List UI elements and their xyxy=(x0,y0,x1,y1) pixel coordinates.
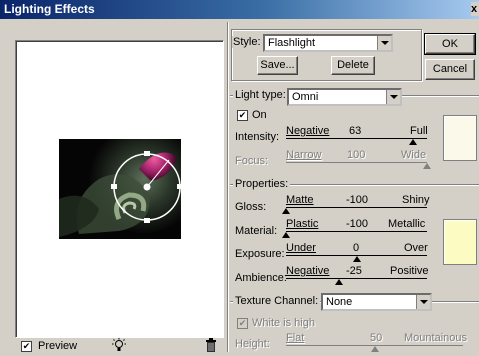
exposure-value: 0 xyxy=(353,242,360,254)
intensity-value: 63 xyxy=(349,125,362,137)
material-max-label: Metallic xyxy=(388,218,426,230)
gloss-track xyxy=(286,207,427,208)
gloss-value: -100 xyxy=(346,194,369,206)
focus-value: 100 xyxy=(347,149,366,161)
preview-checkbox[interactable]: ✔ xyxy=(21,341,32,352)
focus-max-label: Wide xyxy=(401,149,427,161)
exposure-slider-thumb[interactable] xyxy=(352,256,361,262)
properties-label: Properties: xyxy=(233,178,291,190)
material-value: -100 xyxy=(346,218,369,230)
exposure-max-label: Over xyxy=(404,242,428,254)
light-on-label: On xyxy=(252,109,267,121)
material-track xyxy=(286,231,427,232)
white-is-high-label: White is high xyxy=(252,317,315,329)
ambience-value: -25 xyxy=(346,265,362,277)
ambience-min-label: Negative xyxy=(286,265,330,277)
style-label: Style: xyxy=(232,36,262,48)
material-min-label: Plastic xyxy=(286,218,319,230)
dropdown-arrow-icon xyxy=(386,90,400,104)
ambience-label: Ambience: xyxy=(235,272,287,284)
ambience-max-label: Positive xyxy=(390,265,429,277)
delete-button[interactable]: Delete xyxy=(331,56,375,75)
light-on-checkbox[interactable]: ✔ xyxy=(237,110,248,121)
window-title: Lighting Effects xyxy=(4,2,95,16)
texture-channel-dropdown[interactable]: None xyxy=(321,293,432,311)
height-label: Height: xyxy=(235,338,270,350)
height-min-label: Flat xyxy=(286,332,305,344)
gloss-max-label: Shiny xyxy=(402,194,430,206)
light-type-label: Light type: xyxy=(233,89,288,101)
style-value: Flashlight xyxy=(268,37,316,49)
texture-channel-label: Texture Channel: xyxy=(233,295,321,307)
intensity-min-label: Negative xyxy=(286,125,330,137)
ambient-color-swatch[interactable] xyxy=(443,219,477,265)
height-slider-thumb[interactable] xyxy=(370,346,379,352)
gloss-label: Gloss: xyxy=(235,201,267,213)
focus-label: Focus: xyxy=(235,155,269,167)
intensity-track xyxy=(286,138,427,139)
cancel-button[interactable]: Cancel xyxy=(425,59,475,80)
ambience-slider-thumb[interactable] xyxy=(334,279,343,285)
intensity-slider-thumb[interactable] xyxy=(408,139,417,145)
dropdown-arrow-icon xyxy=(377,36,391,50)
ambience-track xyxy=(286,278,427,279)
ok-button[interactable]: OK xyxy=(424,33,476,55)
texture-channel-value: None xyxy=(326,296,353,308)
light-ellipse[interactable] xyxy=(107,150,187,226)
focus-slider-thumb[interactable] xyxy=(423,163,431,169)
light-color-swatch[interactable] xyxy=(443,115,477,161)
material-label: Material: xyxy=(235,225,278,237)
panel-separator xyxy=(227,22,228,352)
close-button[interactable]: x xyxy=(471,2,479,16)
exposure-label: Exposure: xyxy=(235,248,285,260)
height-value: 50 xyxy=(370,332,383,344)
save-button[interactable]: Save... xyxy=(257,56,298,75)
trash-icon[interactable] xyxy=(205,338,217,353)
light-type-value: Omni xyxy=(292,91,319,103)
material-slider-thumb[interactable] xyxy=(282,232,290,238)
lightbulb-icon[interactable] xyxy=(110,338,128,354)
white-is-high-checkbox[interactable]: ✔ xyxy=(237,318,248,329)
focus-min-label: Narrow xyxy=(286,149,322,161)
light-type-dropdown[interactable]: Omni xyxy=(287,88,402,106)
height-max-label: Mountainous xyxy=(404,332,467,344)
intensity-label: Intensity: xyxy=(235,131,280,143)
focus-track xyxy=(286,162,427,163)
dropdown-arrow-icon xyxy=(416,295,430,309)
exposure-min-label: Under xyxy=(286,242,316,254)
style-dropdown[interactable]: Flashlight xyxy=(263,34,393,52)
gloss-min-label: Matte xyxy=(286,194,314,206)
gloss-slider-thumb[interactable] xyxy=(282,208,290,214)
light-center-handle xyxy=(143,183,151,191)
preview-label: Preview xyxy=(38,340,78,352)
checkbox-check-icon: ✔ xyxy=(238,110,247,120)
intensity-max-label: Full xyxy=(410,125,428,137)
